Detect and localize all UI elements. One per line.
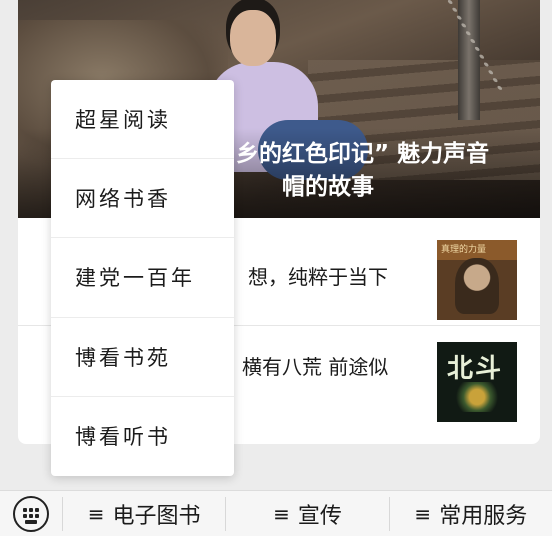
tab-publicity-label: 宣传 [297,503,342,529]
popup-menu: 超星阅读 网络书香 建党一百年 博看书苑 博看听书 [51,80,234,476]
tab-common-services[interactable]: ≡ 常用服务 [390,491,552,536]
thumb-decoration [451,382,503,412]
menu-item-bookan-books[interactable]: 博看书苑 [51,318,234,397]
menu-item-party-centenary[interactable]: 建党一百年 [51,238,234,318]
thumb-title: 北斗 [447,354,504,384]
bottom-menu-bar: ≡ 电子图书 ≡ 宣传 ≡ 常用服务 [0,490,552,536]
menu-icon: ≡ [414,501,432,526]
menu-item-network-books[interactable]: 网络书香 [51,159,234,239]
menu-item-bookan-audio[interactable]: 博看听书 [51,397,234,476]
hero-person-head [230,10,276,66]
keyboard-icon [13,495,49,532]
article-thumbnail: 真理的力量 [437,240,517,320]
tab-common-services-label: 常用服务 [439,503,528,529]
article-thumbnail: 北斗 [437,342,517,422]
keyboard-toggle-button[interactable] [0,491,62,536]
tab-ebooks-label: 电子图书 [112,503,201,529]
menu-icon: ≡ [87,501,105,526]
menu-icon: ≡ [273,501,290,526]
tab-ebooks[interactable]: ≡ 电子图书 [63,491,225,536]
thumb-portrait [455,258,499,314]
thumb-title: 真理的力量 [441,245,487,255]
article-title-line1: 横有八荒 前途似 [242,355,389,379]
menu-item-chaoxing-reading[interactable]: 超星阅读 [51,80,234,160]
tab-publicity[interactable]: ≡ 宣传 [226,491,388,536]
article-title-line1: 想，纯粹于当下 [248,265,388,289]
